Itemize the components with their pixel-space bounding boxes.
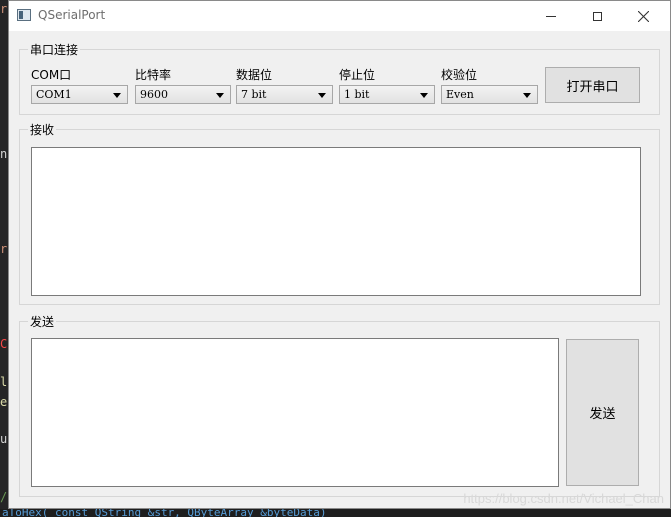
parity-select[interactable]: Even	[441, 85, 538, 104]
minimize-button[interactable]	[528, 1, 574, 31]
send-button[interactable]: 发送	[566, 339, 639, 486]
baud-rate-value: 9600	[140, 88, 168, 101]
receive-textarea[interactable]	[31, 147, 641, 296]
send-group-title: 发送	[28, 313, 57, 330]
minimize-icon	[546, 15, 556, 17]
data-bits-label: 数据位	[236, 68, 273, 82]
stop-bits-label: 停止位	[339, 68, 376, 82]
chevron-down-icon	[420, 93, 428, 98]
parity-value: Even	[446, 88, 474, 101]
baud-rate-label: 比特率	[135, 68, 172, 82]
window-title: QSerialPort	[38, 8, 106, 22]
parity-label: 校验位	[441, 68, 478, 82]
chevron-down-icon	[216, 93, 224, 98]
data-bits-value: 7 bit	[241, 88, 267, 101]
baud-rate-select[interactable]: 9600	[135, 85, 231, 104]
stop-bits-value: 1 bit	[344, 88, 370, 101]
data-bits-select[interactable]: 7 bit	[236, 85, 333, 104]
chevron-down-icon	[318, 93, 326, 98]
chevron-down-icon	[113, 93, 121, 98]
connection-group-title: 串口连接	[28, 41, 81, 58]
send-textarea[interactable]	[31, 338, 559, 487]
stop-bits-select[interactable]: 1 bit	[339, 85, 435, 104]
chevron-down-icon	[523, 93, 531, 98]
receive-group-title: 接收	[28, 121, 57, 138]
watermark-text: https://blog.csdn.net/Vichael_Chan	[463, 491, 664, 506]
com-port-select[interactable]: COM1	[31, 85, 128, 104]
maximize-icon	[592, 11, 602, 21]
maximize-button[interactable]	[574, 1, 620, 31]
qserialport-window: QSerialPort 串口连接 COM口 COM1 比特率 9600 数据位 …	[8, 0, 671, 509]
window-app-icon	[17, 9, 31, 21]
close-button[interactable]	[620, 1, 666, 31]
title-bar[interactable]: QSerialPort	[9, 1, 670, 31]
open-port-button[interactable]: 打开串口	[545, 67, 640, 103]
background-code-line: aToHex( const QString &str, QByteArray &…	[0, 509, 671, 517]
close-icon	[637, 10, 649, 22]
com-port-label: COM口	[31, 68, 72, 82]
com-port-value: COM1	[36, 88, 72, 101]
